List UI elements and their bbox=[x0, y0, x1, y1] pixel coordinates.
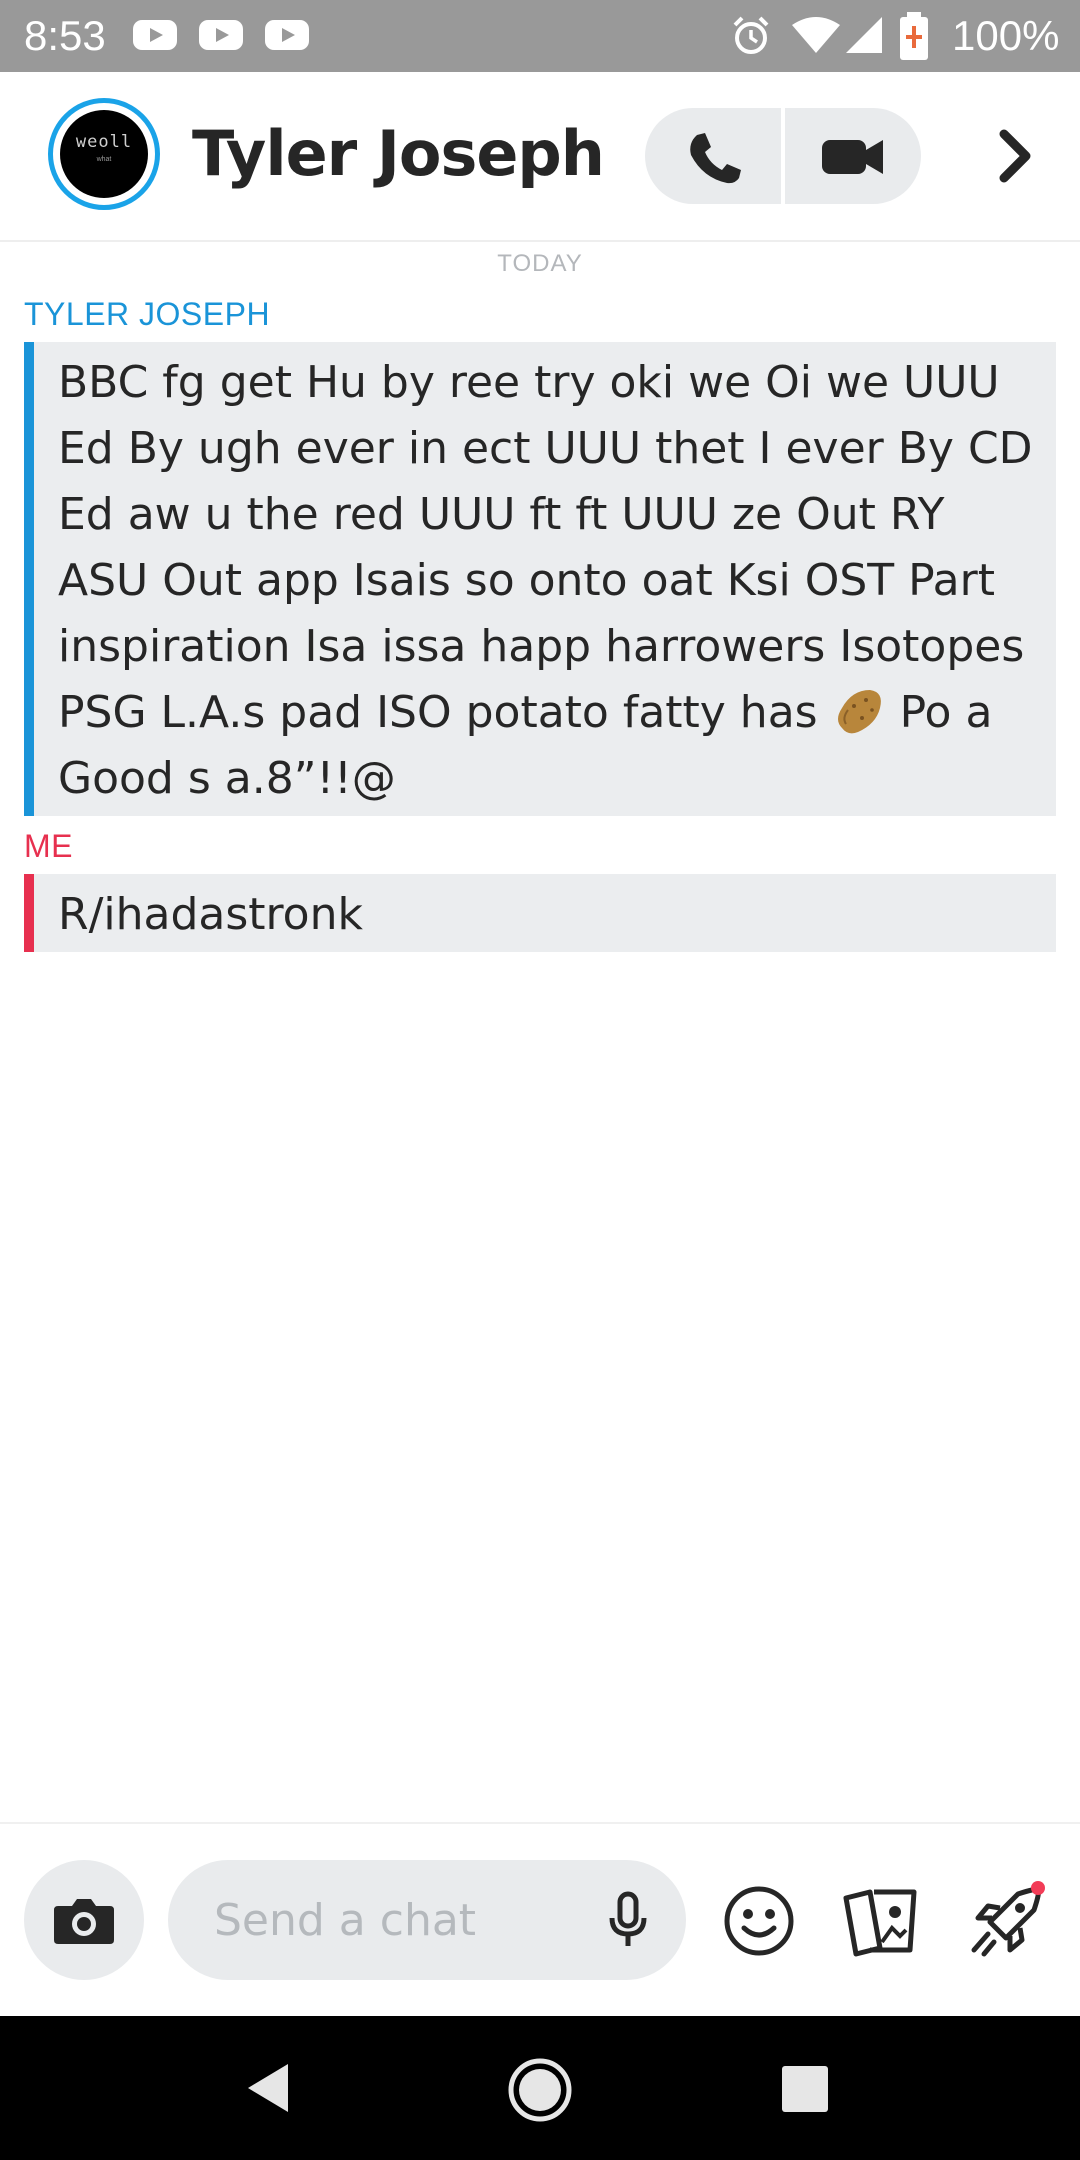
contact-name[interactable]: Tyler Joseph bbox=[192, 114, 605, 194]
microphone-button[interactable] bbox=[598, 1888, 658, 1952]
battery-charging-icon bbox=[900, 12, 928, 60]
avatar-subtext: what bbox=[96, 156, 112, 163]
status-bar: 8:53 100% bbox=[0, 0, 1080, 72]
more-button[interactable] bbox=[990, 116, 1042, 196]
recents-icon[interactable] bbox=[782, 2066, 828, 2112]
message-me[interactable]: R/ihadastronk bbox=[24, 874, 1056, 952]
avatar-text: weoll bbox=[75, 132, 133, 152]
voice-call-button[interactable] bbox=[645, 108, 781, 204]
battery-percent: 100% bbox=[952, 12, 1060, 59]
potato-emoji bbox=[837, 690, 881, 734]
system-nav-bar bbox=[0, 2016, 1080, 2160]
call-pill bbox=[645, 108, 921, 204]
chat-input[interactable] bbox=[214, 1890, 594, 1950]
phone-icon bbox=[690, 133, 741, 184]
microphone-icon bbox=[609, 1891, 647, 1946]
rocket-icon bbox=[971, 1881, 1045, 1957]
video-call-button[interactable] bbox=[785, 108, 921, 204]
rocket-button[interactable] bbox=[966, 1878, 1046, 1962]
wifi-icon bbox=[792, 17, 840, 53]
message-text: BBC fg get Hu by ree try oki we Oi we UU… bbox=[58, 350, 1042, 812]
chat-input-box[interactable] bbox=[168, 1860, 686, 1980]
camera-button[interactable] bbox=[24, 1860, 144, 1980]
emoji-button[interactable] bbox=[722, 1884, 796, 1958]
message-text: R/ihadastronk bbox=[58, 889, 363, 940]
back-icon[interactable] bbox=[244, 2060, 292, 2116]
video-camera-icon bbox=[822, 140, 883, 174]
cards-icon bbox=[843, 1889, 917, 1957]
home-icon[interactable] bbox=[506, 2056, 574, 2124]
alarm-icon bbox=[733, 16, 769, 54]
sender-label-them: TYLER JOSEPH bbox=[24, 296, 271, 332]
bitmoji-avatar: weoll what bbox=[60, 110, 148, 198]
youtube-icon bbox=[133, 20, 177, 50]
date-divider: TODAY bbox=[497, 250, 583, 277]
chevron-right-icon bbox=[999, 129, 1031, 183]
avatar[interactable]: weoll what bbox=[48, 98, 160, 210]
signal-icon bbox=[846, 17, 882, 53]
chat-composer bbox=[0, 1822, 1080, 2018]
youtube-icon bbox=[199, 20, 243, 50]
sender-label-me: ME bbox=[24, 828, 73, 864]
cards-button[interactable] bbox=[840, 1884, 924, 1958]
youtube-icon bbox=[265, 20, 309, 50]
smiley-icon bbox=[724, 1886, 794, 1956]
message-text-part: BBC fg get Hu by ree try oki we Oi we UU… bbox=[58, 357, 1033, 738]
message-them[interactable]: BBC fg get Hu by ree try oki we Oi we UU… bbox=[24, 342, 1056, 816]
camera-icon bbox=[54, 1899, 114, 1944]
chat-header: weoll what Tyler Joseph bbox=[0, 72, 1080, 242]
status-time: 8:53 bbox=[24, 12, 106, 59]
